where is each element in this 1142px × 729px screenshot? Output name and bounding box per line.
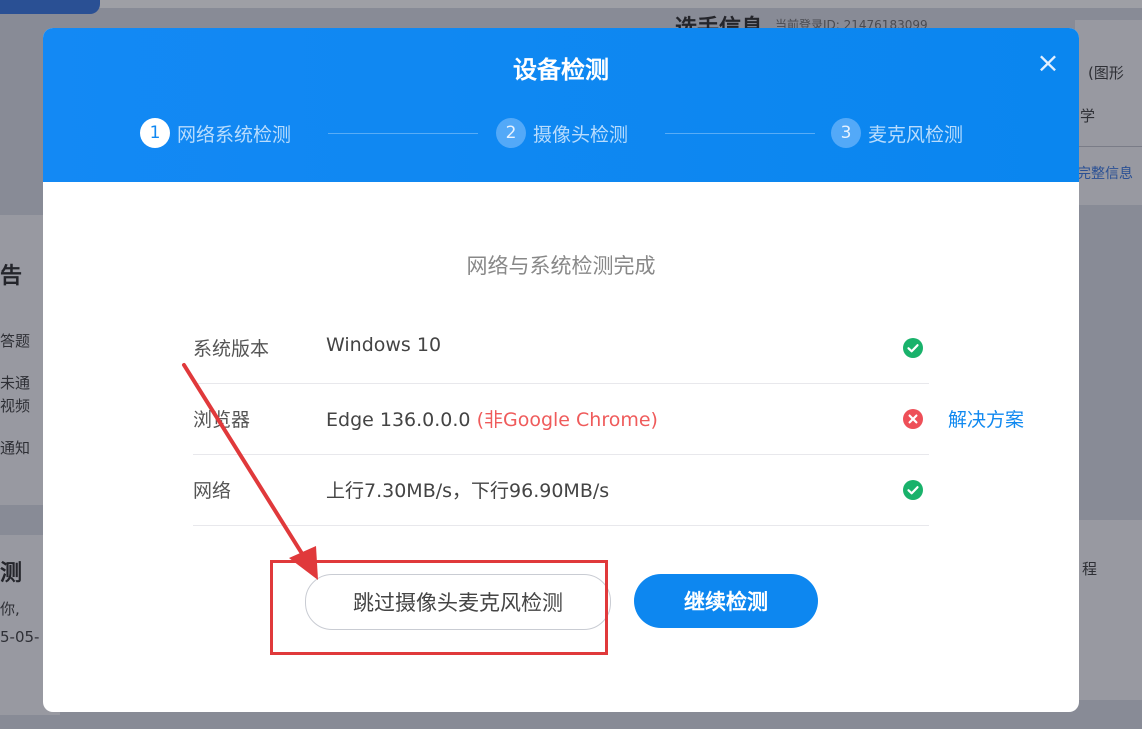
annotation-arrow-icon [182,363,318,580]
